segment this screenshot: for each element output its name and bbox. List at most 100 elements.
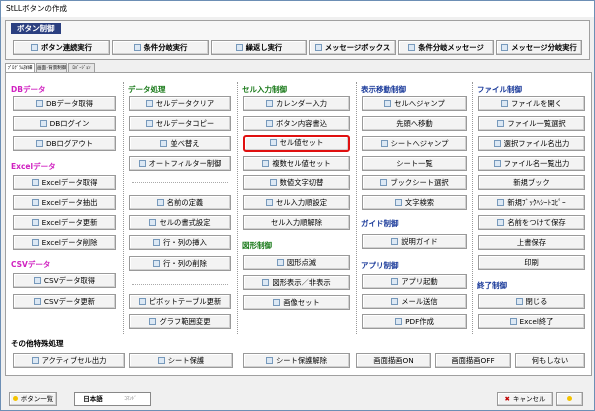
text-search-button[interactable]: 文字検索 bbox=[362, 195, 467, 210]
cell-data-clear-button[interactable]: セルデータクリア bbox=[129, 96, 231, 111]
print-button[interactable]: 印刷 bbox=[478, 255, 585, 270]
db-logout-button[interactable]: DBログアウト bbox=[13, 136, 116, 151]
cancel-button[interactable]: ✖ キャンセル bbox=[497, 392, 553, 406]
excel-data-extract-button[interactable]: Excelデータ抽出 bbox=[13, 195, 116, 210]
bulb-icon bbox=[12, 395, 18, 401]
button-icon bbox=[493, 159, 501, 167]
new-book-button[interactable]: 新規ブック bbox=[478, 175, 585, 190]
cell-value-set-button[interactable]: セル値セット bbox=[243, 135, 350, 152]
cell-data-copy-button[interactable]: セルデータコピー bbox=[129, 116, 231, 131]
multi-cell-value-set-button[interactable]: 複数セル値セット bbox=[243, 156, 350, 171]
sheet-protect-button[interactable]: シート保護 bbox=[129, 353, 233, 368]
chart-range-change-button[interactable]: グラフ範囲変更 bbox=[129, 314, 231, 329]
conditional-branch-run-button[interactable]: 条件分岐実行 bbox=[112, 40, 209, 55]
calendar-input-button[interactable]: カレンダー入力 bbox=[243, 96, 350, 111]
button-icon bbox=[276, 258, 284, 266]
pivot-refresh-button[interactable]: ピボットテーブル更新 bbox=[129, 294, 231, 309]
overwrite-save-button[interactable]: 上書保存 bbox=[478, 235, 585, 250]
screen-update-off-button[interactable]: 画面描画OFF bbox=[435, 353, 511, 368]
button-icon bbox=[35, 99, 43, 107]
lang-japanese[interactable]: 日本語 bbox=[75, 393, 111, 405]
button-icon bbox=[31, 198, 39, 206]
excel-data-get-button[interactable]: Excelデータ取得 bbox=[13, 175, 116, 190]
excel-exit-button[interactable]: Excel終了 bbox=[478, 314, 585, 329]
button-sequential-run-button[interactable]: ボタン連続実行 bbox=[13, 40, 110, 55]
button-icon bbox=[380, 178, 388, 186]
app-launch-button[interactable]: アプリ起動 bbox=[362, 274, 467, 289]
separator bbox=[132, 182, 228, 183]
image-set-button[interactable]: 画像セット bbox=[243, 295, 350, 310]
do-nothing-button[interactable]: 何もしない bbox=[515, 353, 585, 368]
book-sheet-select-button[interactable]: ブックシート選択 bbox=[362, 175, 467, 190]
button-label: PDF作成 bbox=[405, 317, 434, 326]
section-title-move: 表示移動制御 bbox=[361, 85, 406, 94]
jump-to-cell-button[interactable]: セルへジャンプ bbox=[362, 96, 467, 111]
button-icon bbox=[33, 297, 41, 305]
sort-button[interactable]: 並べ替え bbox=[129, 136, 231, 151]
row-col-delete-button[interactable]: 行・列の削除 bbox=[129, 256, 231, 271]
excel-data-update-button[interactable]: Excelデータ更新 bbox=[13, 215, 116, 230]
button-label: 何もしない bbox=[531, 356, 569, 365]
new-book-sheet-copy-button[interactable]: 新規ﾌﾞｯｸﾍｼｰﾄｺﾋﾟｰ bbox=[478, 195, 585, 210]
autofilter-control-button[interactable]: オートフィルター制御 bbox=[129, 156, 231, 171]
button-icon bbox=[235, 43, 243, 51]
jump-to-sheet-button[interactable]: シートへジャンプ bbox=[362, 136, 467, 151]
file-list-select-button[interactable]: ファイル一覧選択 bbox=[478, 116, 585, 131]
sheet-list-button[interactable]: シート一覧 bbox=[362, 156, 467, 171]
button-label: グラフ範囲変更 bbox=[159, 317, 211, 326]
close-button[interactable]: 閉じる bbox=[478, 294, 585, 309]
help-button[interactable] bbox=[556, 392, 583, 406]
button-icon bbox=[31, 356, 39, 364]
open-file-button[interactable]: ファイルを開く bbox=[478, 96, 585, 111]
button-icon bbox=[145, 119, 153, 127]
row-col-insert-button[interactable]: 行・列の挿入 bbox=[129, 235, 231, 250]
file-name-list-output-button[interactable]: ファイル名一覧出力 bbox=[478, 156, 585, 171]
active-cell-output-button[interactable]: アクティブセル出力 bbox=[13, 353, 125, 368]
cell-format-button[interactable]: セルの書式設定 bbox=[129, 215, 231, 230]
shape-blink-button[interactable]: 図形点滅 bbox=[243, 255, 350, 270]
move-to-top-button[interactable]: 先頭へ移動 bbox=[362, 116, 467, 131]
send-mail-button[interactable]: メール送信 bbox=[362, 294, 467, 309]
repeat-run-button[interactable]: 繰返し実行 bbox=[211, 40, 307, 55]
db-login-button[interactable]: DBログイン bbox=[13, 116, 116, 131]
button-icon bbox=[160, 139, 168, 147]
section-title-shape: 図形制御 bbox=[242, 241, 272, 250]
column-divider bbox=[472, 82, 473, 334]
button-control-title: ボタン制御 bbox=[11, 23, 61, 34]
shape-show-hide-button[interactable]: 図形表示／非表示 bbox=[243, 275, 350, 290]
button-label: 新規ブック bbox=[513, 178, 550, 187]
window-title: StLLボタンの作成 bbox=[1, 1, 594, 17]
numeric-text-toggle-button[interactable]: 数値文字切替 bbox=[243, 175, 350, 190]
define-name-button[interactable]: 名前の定義 bbox=[129, 195, 231, 210]
button-icon bbox=[380, 139, 388, 147]
section-title-guide: ガイド制御 bbox=[361, 219, 399, 228]
message-box-button[interactable]: メッセージボックス bbox=[309, 40, 396, 55]
pdf-create-button[interactable]: PDF作成 bbox=[362, 314, 467, 329]
explanation-guide-button[interactable]: 説明ガイド bbox=[362, 234, 467, 249]
sheet-unprotect-button[interactable]: シート保護解除 bbox=[243, 353, 350, 368]
button-label: DBログアウト bbox=[45, 139, 94, 148]
button-list-button[interactable]: ボタン一覧 bbox=[9, 392, 57, 406]
bulb-icon bbox=[567, 395, 572, 401]
message-branch-run-button[interactable]: メッセージ分岐実行 bbox=[496, 40, 582, 55]
cell-input-order-clear-button[interactable]: セル入力順解除 bbox=[243, 215, 350, 230]
button-content-write-button[interactable]: ボタン内容書込 bbox=[243, 116, 350, 131]
button-icon bbox=[501, 43, 509, 51]
button-label: 文字検索 bbox=[404, 198, 435, 207]
button-label: ボタン連続実行 bbox=[40, 43, 93, 52]
cell-input-order-set-button[interactable]: セル入力順設定 bbox=[243, 195, 350, 210]
excel-data-delete-button[interactable]: Excelデータ削除 bbox=[13, 235, 116, 250]
column-divider bbox=[356, 82, 357, 334]
selected-file-name-output-button[interactable]: 選択ファイル名出力 bbox=[478, 136, 585, 151]
db-data-get-button[interactable]: DBデータ取得 bbox=[13, 96, 116, 111]
button-icon bbox=[391, 277, 399, 285]
screen-update-on-button[interactable]: 画面描画ON bbox=[356, 353, 431, 368]
csv-data-update-button[interactable]: CSVデータ更新 bbox=[13, 294, 116, 309]
csv-data-get-button[interactable]: CSVデータ取得 bbox=[13, 273, 116, 288]
conditional-message-button[interactable]: 条件分岐メッセージ bbox=[398, 40, 494, 55]
button-label: 印刷 bbox=[524, 258, 539, 267]
button-icon bbox=[269, 178, 277, 186]
save-as-button[interactable]: 名前をつけて保存 bbox=[478, 215, 585, 230]
lang-command[interactable]: ｺﾏﾝﾄﾞ bbox=[111, 393, 150, 405]
button-icon bbox=[314, 43, 322, 51]
